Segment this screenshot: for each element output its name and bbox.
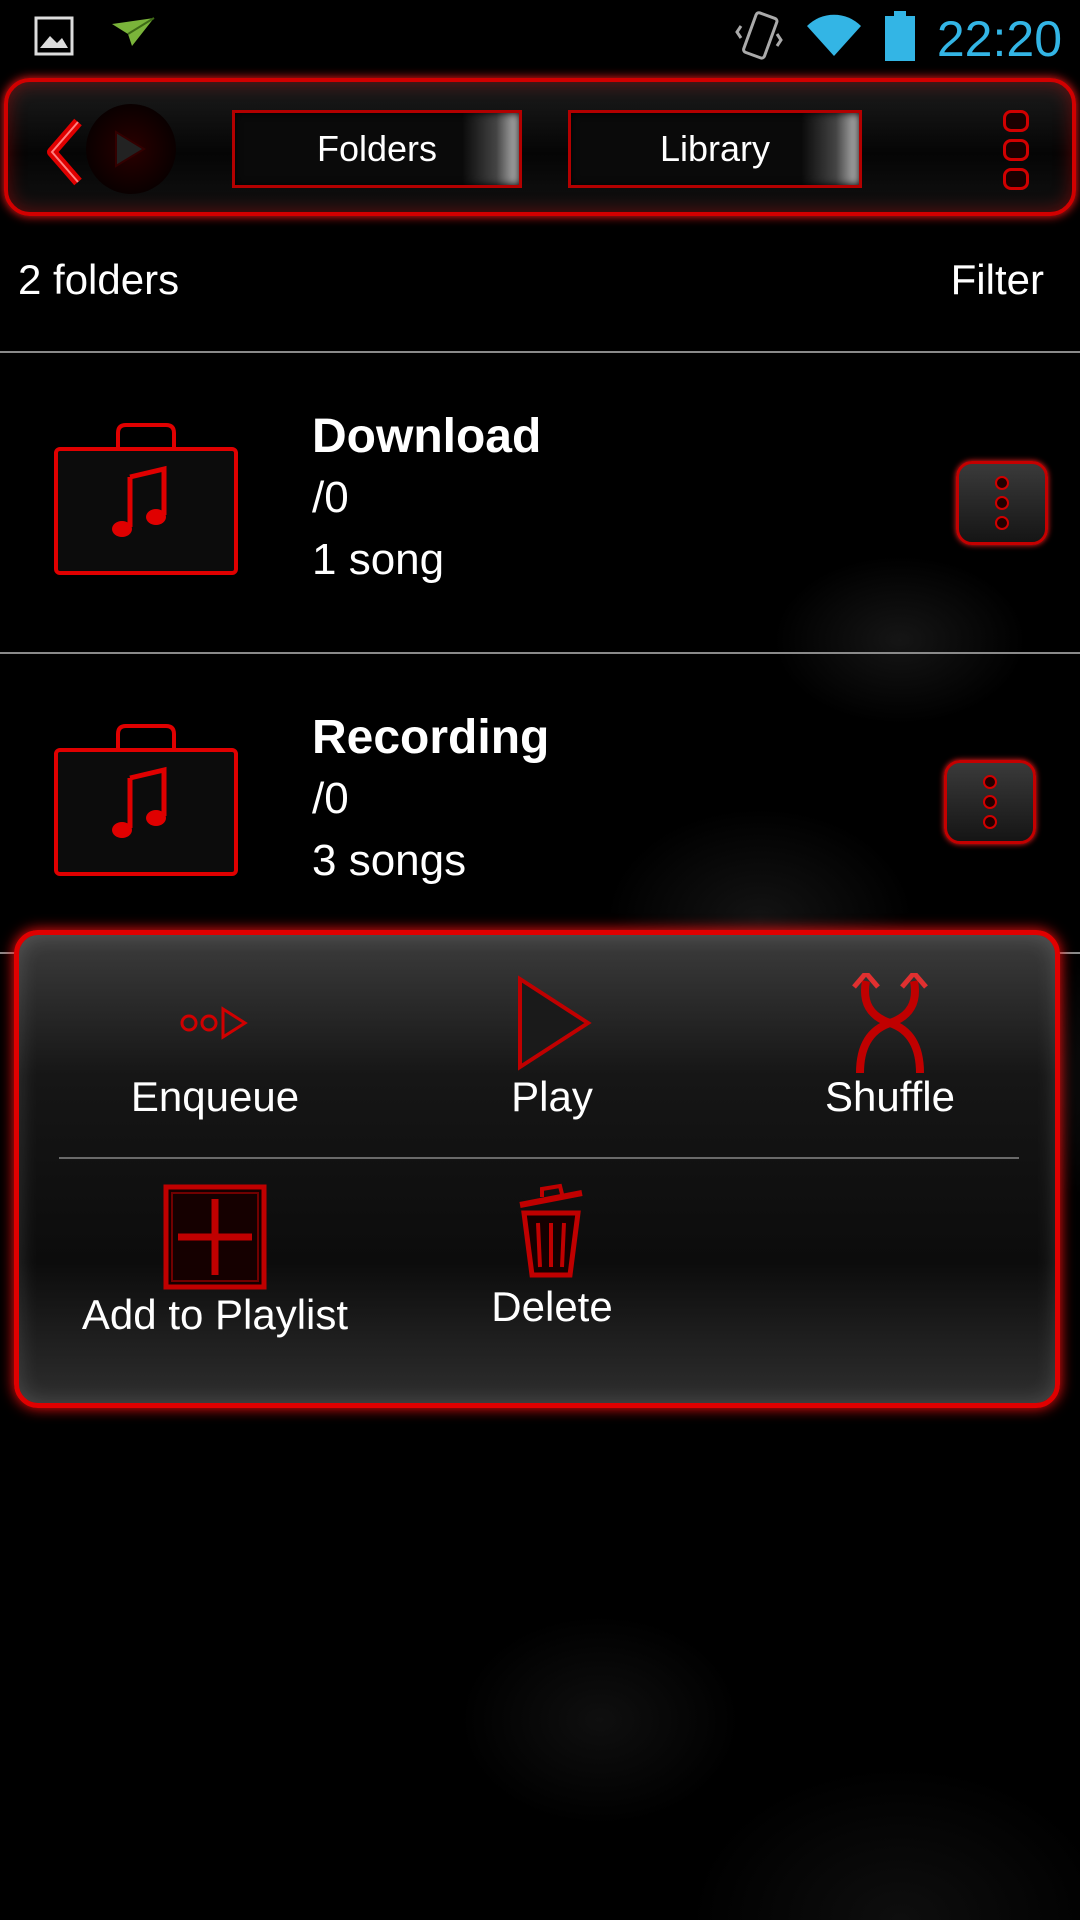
enqueue-button[interactable]: Enqueue — [65, 973, 365, 1121]
top-toolbar: Folders Library — [4, 78, 1076, 216]
folder-path: /0 — [312, 473, 349, 522]
row-menu-button[interactable] — [944, 760, 1036, 844]
status-bar: 22:20 — [0, 0, 1080, 75]
add-to-playlist-label: Add to Playlist — [81, 1291, 349, 1338]
trash-icon — [519, 1183, 583, 1278]
add-playlist-icon — [163, 1184, 267, 1290]
vibrate-icon — [735, 8, 783, 69]
status-time: 22:20 — [936, 10, 1062, 67]
enqueue-label: Enqueue — [130, 1073, 300, 1120]
folder-song-count: 1 song — [312, 535, 445, 584]
gallery-icon — [34, 16, 74, 61]
shuffle-icon — [852, 973, 928, 1073]
filter-button[interactable]: Filter — [951, 256, 1044, 304]
delete-button[interactable]: Delete — [402, 1183, 702, 1331]
music-folder-icon — [52, 419, 240, 579]
back-chevron-icon[interactable] — [32, 112, 102, 192]
shuffle-button[interactable]: Shuffle — [740, 973, 1040, 1121]
enqueue-icon — [180, 1006, 248, 1040]
quick-action-popup: Enqueue Play Shuffle Add to Playlist Del… — [14, 930, 1060, 1408]
list-item[interactable]: Recording /0 3 songs — [0, 654, 1080, 954]
folder-path: /0 — [312, 774, 349, 823]
music-folder-icon — [52, 720, 240, 880]
folder-info: Recording /0 3 songs — [312, 708, 549, 892]
paper-plane-icon — [110, 16, 156, 61]
wifi-icon — [805, 14, 863, 63]
add-to-playlist-button[interactable]: Add to Playlist — [65, 1183, 365, 1339]
popup-divider — [59, 1157, 1019, 1159]
folder-count: 2 folders — [18, 256, 180, 303]
play-icon — [518, 975, 592, 1071]
play-button[interactable]: Play — [402, 973, 702, 1121]
overflow-menu-icon[interactable] — [996, 110, 1036, 190]
folder-summary: 2 folders Filter — [0, 256, 1080, 316]
folder-song-count: 3 songs — [312, 836, 467, 885]
play-label: Play — [511, 1073, 593, 1120]
delete-label: Delete — [491, 1283, 613, 1330]
folder-name: Recording — [312, 711, 550, 764]
folder-info: Download /0 1 song — [312, 407, 541, 591]
battery-icon — [884, 11, 915, 66]
list-item[interactable]: Download /0 1 song — [0, 353, 1080, 653]
row-menu-button[interactable] — [956, 461, 1048, 545]
tab-library[interactable]: Library — [568, 110, 862, 188]
tab-folders[interactable]: Folders — [232, 110, 522, 188]
shuffle-label: Shuffle — [825, 1073, 955, 1120]
folder-name: Download — [312, 410, 542, 463]
